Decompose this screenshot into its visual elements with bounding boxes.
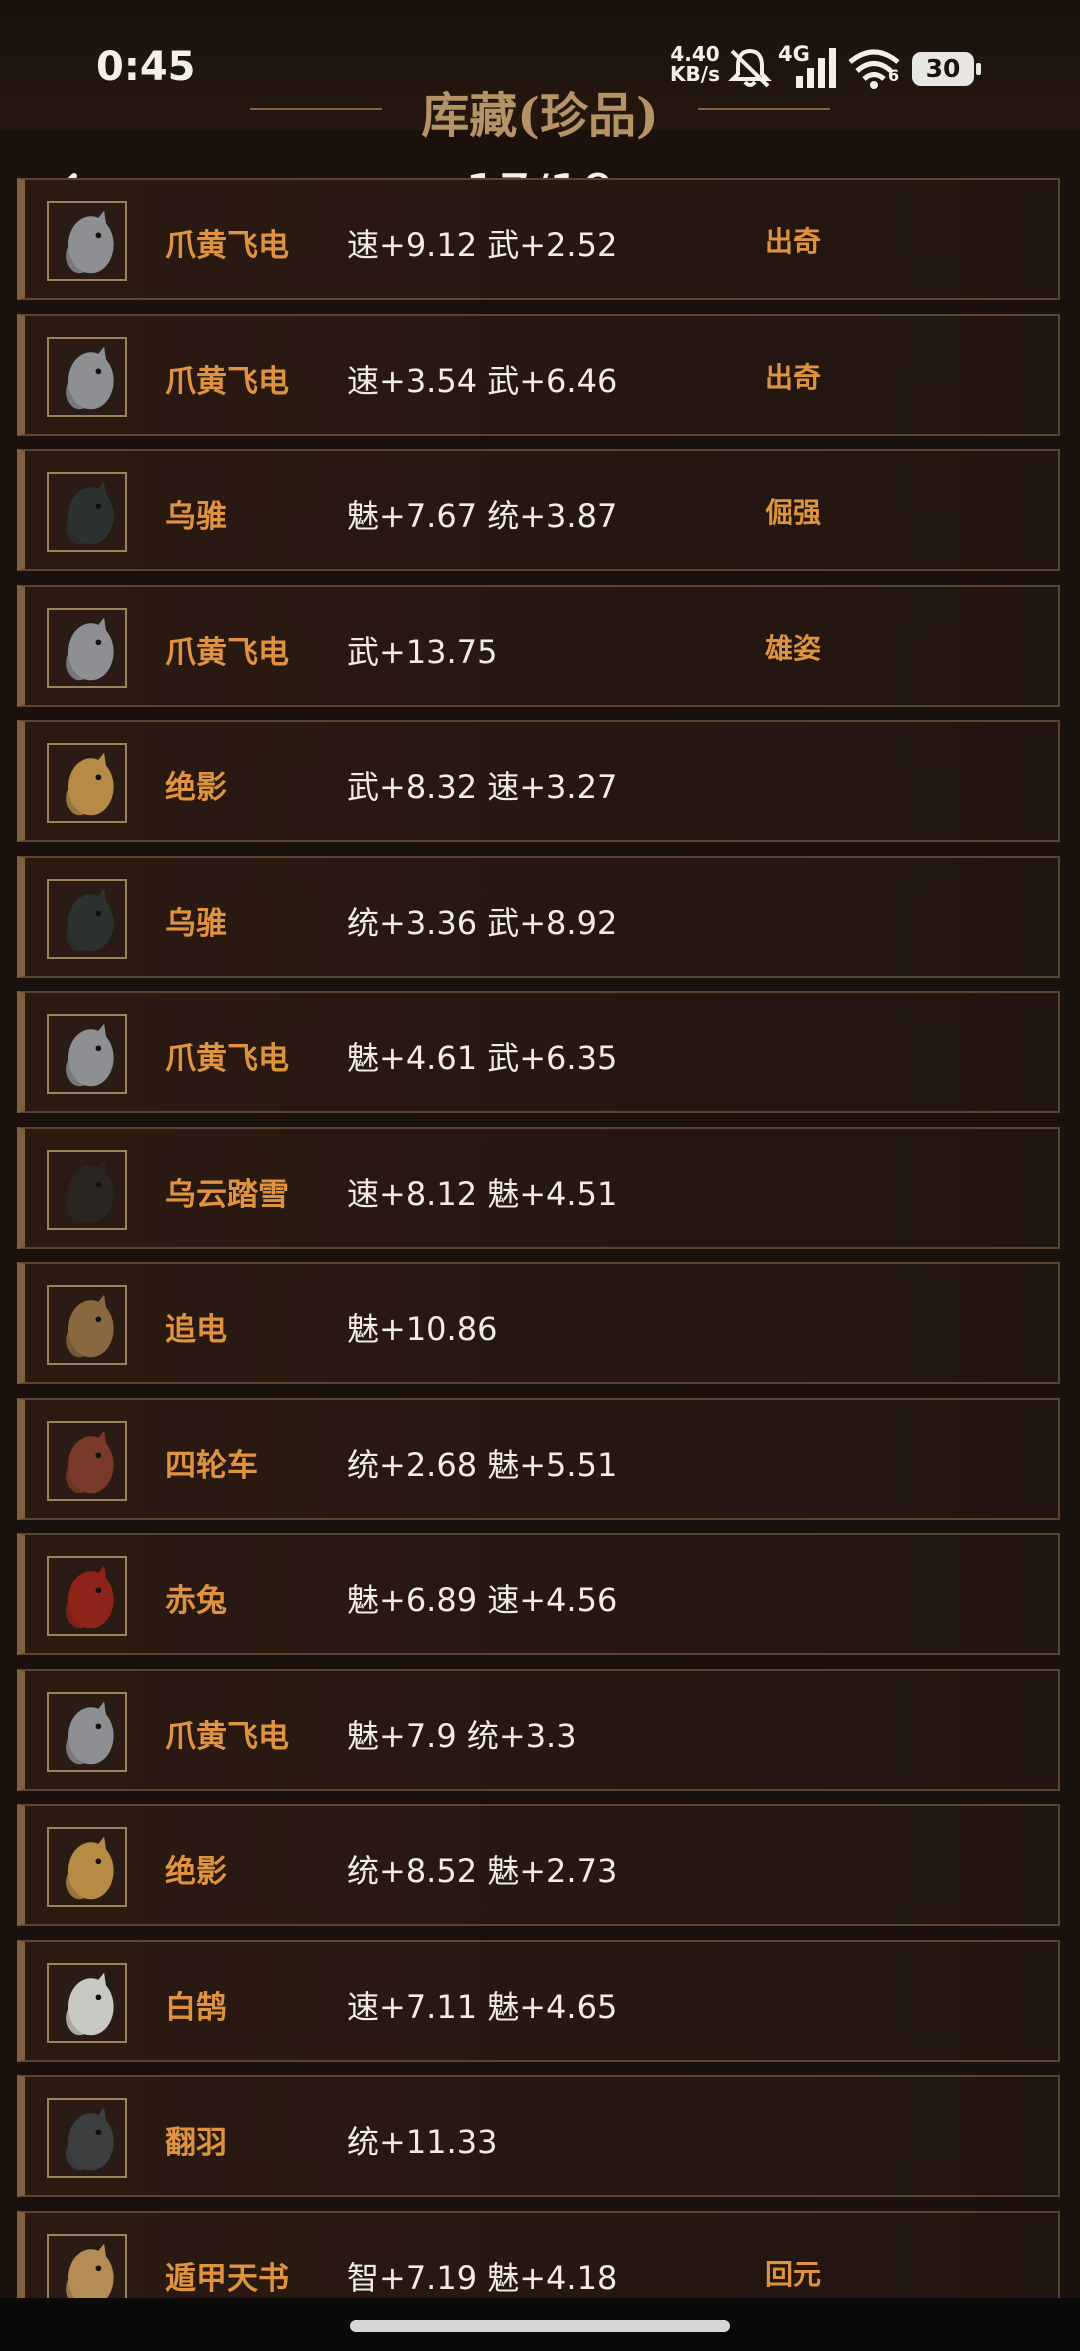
wuyuntaxue-icon: [47, 1149, 127, 1230]
item-name: 爪黄飞电: [165, 363, 289, 400]
item-stats: 速+8.12 魅+4.51: [347, 1174, 618, 1213]
silunche-icon: [47, 1420, 127, 1501]
zhuahuangfeidian-icon: [47, 336, 127, 417]
item-stats: 武+8.32 速+3.27: [347, 768, 618, 806]
item-name: 翻羽: [165, 2125, 227, 2161]
item-name: 爪黄飞电: [165, 1041, 289, 1077]
wuzhui-icon: [47, 878, 127, 959]
item-stats: 统+8.52 魅+2.73: [347, 1852, 618, 1890]
item-name: 爪黄飞电: [165, 634, 289, 671]
item-name: 四轮车: [165, 1447, 258, 1484]
item-name: 绝影: [165, 770, 227, 806]
title-divider-left: [250, 108, 382, 110]
battery-icon: 30: [912, 52, 981, 86]
list-item[interactable]: 赤兔 魅+6.89 速+4.56: [17, 1533, 1060, 1655]
item-stats: 统+11.33: [347, 2123, 498, 2161]
item-name: 爪黄飞电: [165, 228, 289, 264]
list-item[interactable]: 爪黄飞电 速+9.12 武+2.52 出奇: [17, 178, 1060, 300]
page-title: 库藏(珍品): [250, 76, 830, 144]
item-stats: 速+7.11 魅+4.65: [347, 1987, 618, 2026]
item-stats: 魅+6.89 速+4.56: [347, 1581, 618, 1619]
item-stats: 魅+10.86: [347, 1310, 498, 1348]
item-stats: 速+9.12 武+2.52: [347, 226, 618, 264]
jueying-icon: [47, 1827, 127, 1907]
list-item[interactable]: 乌云踏雪 速+8.12 魅+4.51: [17, 1126, 1060, 1249]
zhuidian-icon: [47, 1285, 127, 1365]
home-indicator[interactable]: [350, 2320, 730, 2332]
list-item[interactable]: 追电 魅+10.86: [17, 1262, 1060, 1384]
item-stats: 武+13.75: [347, 632, 498, 671]
item-name: 白鹄: [165, 1989, 227, 2026]
item-trait: 雄姿: [765, 631, 822, 665]
item-stats: 速+3.54 武+6.46: [347, 361, 618, 400]
list-item[interactable]: 白鹄 速+7.11 魅+4.65: [17, 1939, 1060, 2062]
title-divider-right: [698, 108, 830, 110]
item-stats: 魅+7.67 统+3.87: [347, 497, 618, 535]
item-name: 追电: [165, 1312, 227, 1348]
item-name: 遁甲天书: [165, 2260, 289, 2297]
item-trait: 回元: [765, 2257, 822, 2291]
item-trait: 出奇: [765, 360, 822, 394]
list-item[interactable]: 爪黄飞电 魅+7.9 统+3.3: [17, 1668, 1060, 1791]
title-text: 库藏(珍品): [421, 88, 659, 144]
list-item[interactable]: 爪黄飞电 速+3.54 武+6.46 出奇: [17, 313, 1060, 436]
item-name: 乌骓: [165, 499, 227, 535]
item-name: 乌云踏雪: [165, 1176, 289, 1213]
item-name: 赤兔: [165, 1583, 227, 1619]
item-stats: 智+7.19 魅+4.18: [347, 2258, 618, 2297]
zhuahuangfeidian-icon: [47, 201, 127, 281]
zhuahuangfeidian-icon: [47, 1014, 127, 1094]
list-item[interactable]: 爪黄飞电 武+13.75 雄姿: [17, 584, 1060, 707]
list-item[interactable]: 乌骓 魅+7.67 统+3.87 倔强: [17, 449, 1060, 571]
list-item[interactable]: 乌骓 统+3.36 武+8.92: [17, 855, 1060, 978]
wuzhui-icon: [47, 472, 127, 552]
list-item[interactable]: 绝影 统+8.52 魅+2.73: [17, 1804, 1060, 1926]
jueying-icon: [47, 743, 127, 823]
fanyu-icon: [47, 2098, 127, 2178]
battery-level: 30: [925, 54, 961, 83]
baihu-icon: [47, 1962, 127, 2043]
item-stats: 统+3.36 武+8.92: [347, 903, 618, 942]
item-name: 爪黄飞电: [165, 1718, 289, 1755]
item-stats: 魅+4.61 武+6.35: [347, 1039, 618, 1077]
home-indicator-bar: [0, 2298, 1080, 2351]
list-item[interactable]: 四轮车 统+2.68 魅+5.51: [17, 1397, 1060, 1520]
item-trait: 倔强: [765, 496, 822, 529]
item-name: 绝影: [165, 1854, 227, 1890]
list-item[interactable]: 翻羽 统+11.33: [17, 2075, 1060, 2197]
item-name: 乌骓: [165, 905, 227, 942]
wifi-label: 6: [888, 66, 900, 85]
status-time: 0:45: [96, 44, 196, 90]
zhuahuangfeidian-icon: [47, 1691, 127, 1772]
net-speed-value: 4.40: [670, 42, 720, 66]
chitu-icon: [47, 1556, 127, 1636]
item-stats: 统+2.68 魅+5.51: [347, 1445, 618, 1484]
zhuahuangfeidian-icon: [47, 607, 127, 688]
item-trait: 出奇: [765, 225, 822, 258]
list-item[interactable]: 爪黄飞电 魅+4.61 武+6.35: [17, 991, 1060, 1113]
list-item[interactable]: 绝影 武+8.32 速+3.27: [17, 720, 1060, 842]
item-stats: 魅+7.9 统+3.3: [347, 1716, 577, 1755]
